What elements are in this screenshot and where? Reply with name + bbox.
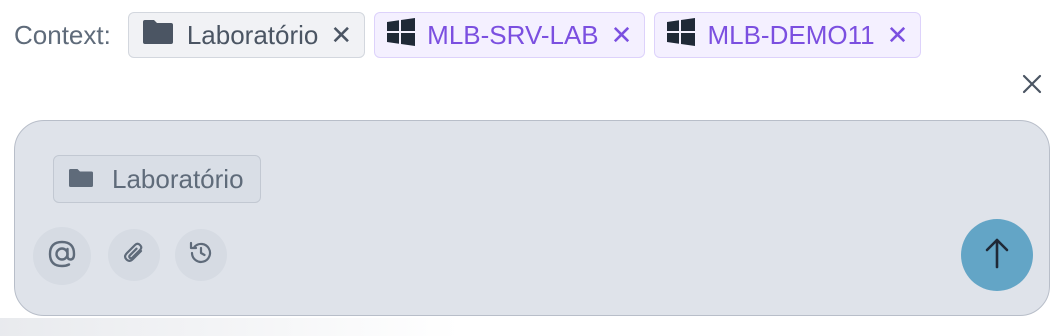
history-button[interactable] <box>175 229 227 281</box>
attach-button[interactable] <box>108 229 160 281</box>
windows-icon <box>387 17 416 53</box>
chip-label: MLB-SRV-LAB <box>427 19 599 50</box>
context-chip-machine[interactable]: MLB-SRV-LAB ✕ <box>374 12 646 58</box>
attached-context-chip[interactable]: Laboratório <box>53 155 261 203</box>
remove-chip-icon[interactable]: ✕ <box>330 22 352 48</box>
folder-icon <box>68 164 94 195</box>
at-sign-icon <box>47 239 77 274</box>
chip-label: Laboratório <box>186 19 319 50</box>
context-label: Context: <box>14 19 111 50</box>
close-button[interactable] <box>1018 72 1046 100</box>
context-chip-folder[interactable]: Laboratório ✕ <box>127 12 366 58</box>
message-composer[interactable]: Laboratório <box>14 120 1050 316</box>
send-button[interactable] <box>961 219 1033 291</box>
mention-button[interactable] <box>33 227 91 285</box>
history-icon <box>188 240 214 271</box>
remove-chip-icon[interactable]: ✕ <box>611 22 633 48</box>
context-bar: Context: Laboratório ✕ MLB-SRV-LAB ✕ MLB… <box>14 12 922 58</box>
paperclip-icon <box>121 240 147 271</box>
arrow-up-icon <box>982 236 1012 275</box>
windows-icon <box>667 17 696 53</box>
footer-shadow <box>0 318 460 336</box>
chip-label: MLB-DEMO11 <box>707 19 875 50</box>
remove-chip-icon[interactable]: ✕ <box>887 22 909 48</box>
close-icon <box>1022 74 1042 99</box>
chip-label: Laboratório <box>112 163 244 194</box>
folder-icon <box>141 19 175 52</box>
context-chip-machine[interactable]: MLB-DEMO11 ✕ <box>654 12 922 58</box>
